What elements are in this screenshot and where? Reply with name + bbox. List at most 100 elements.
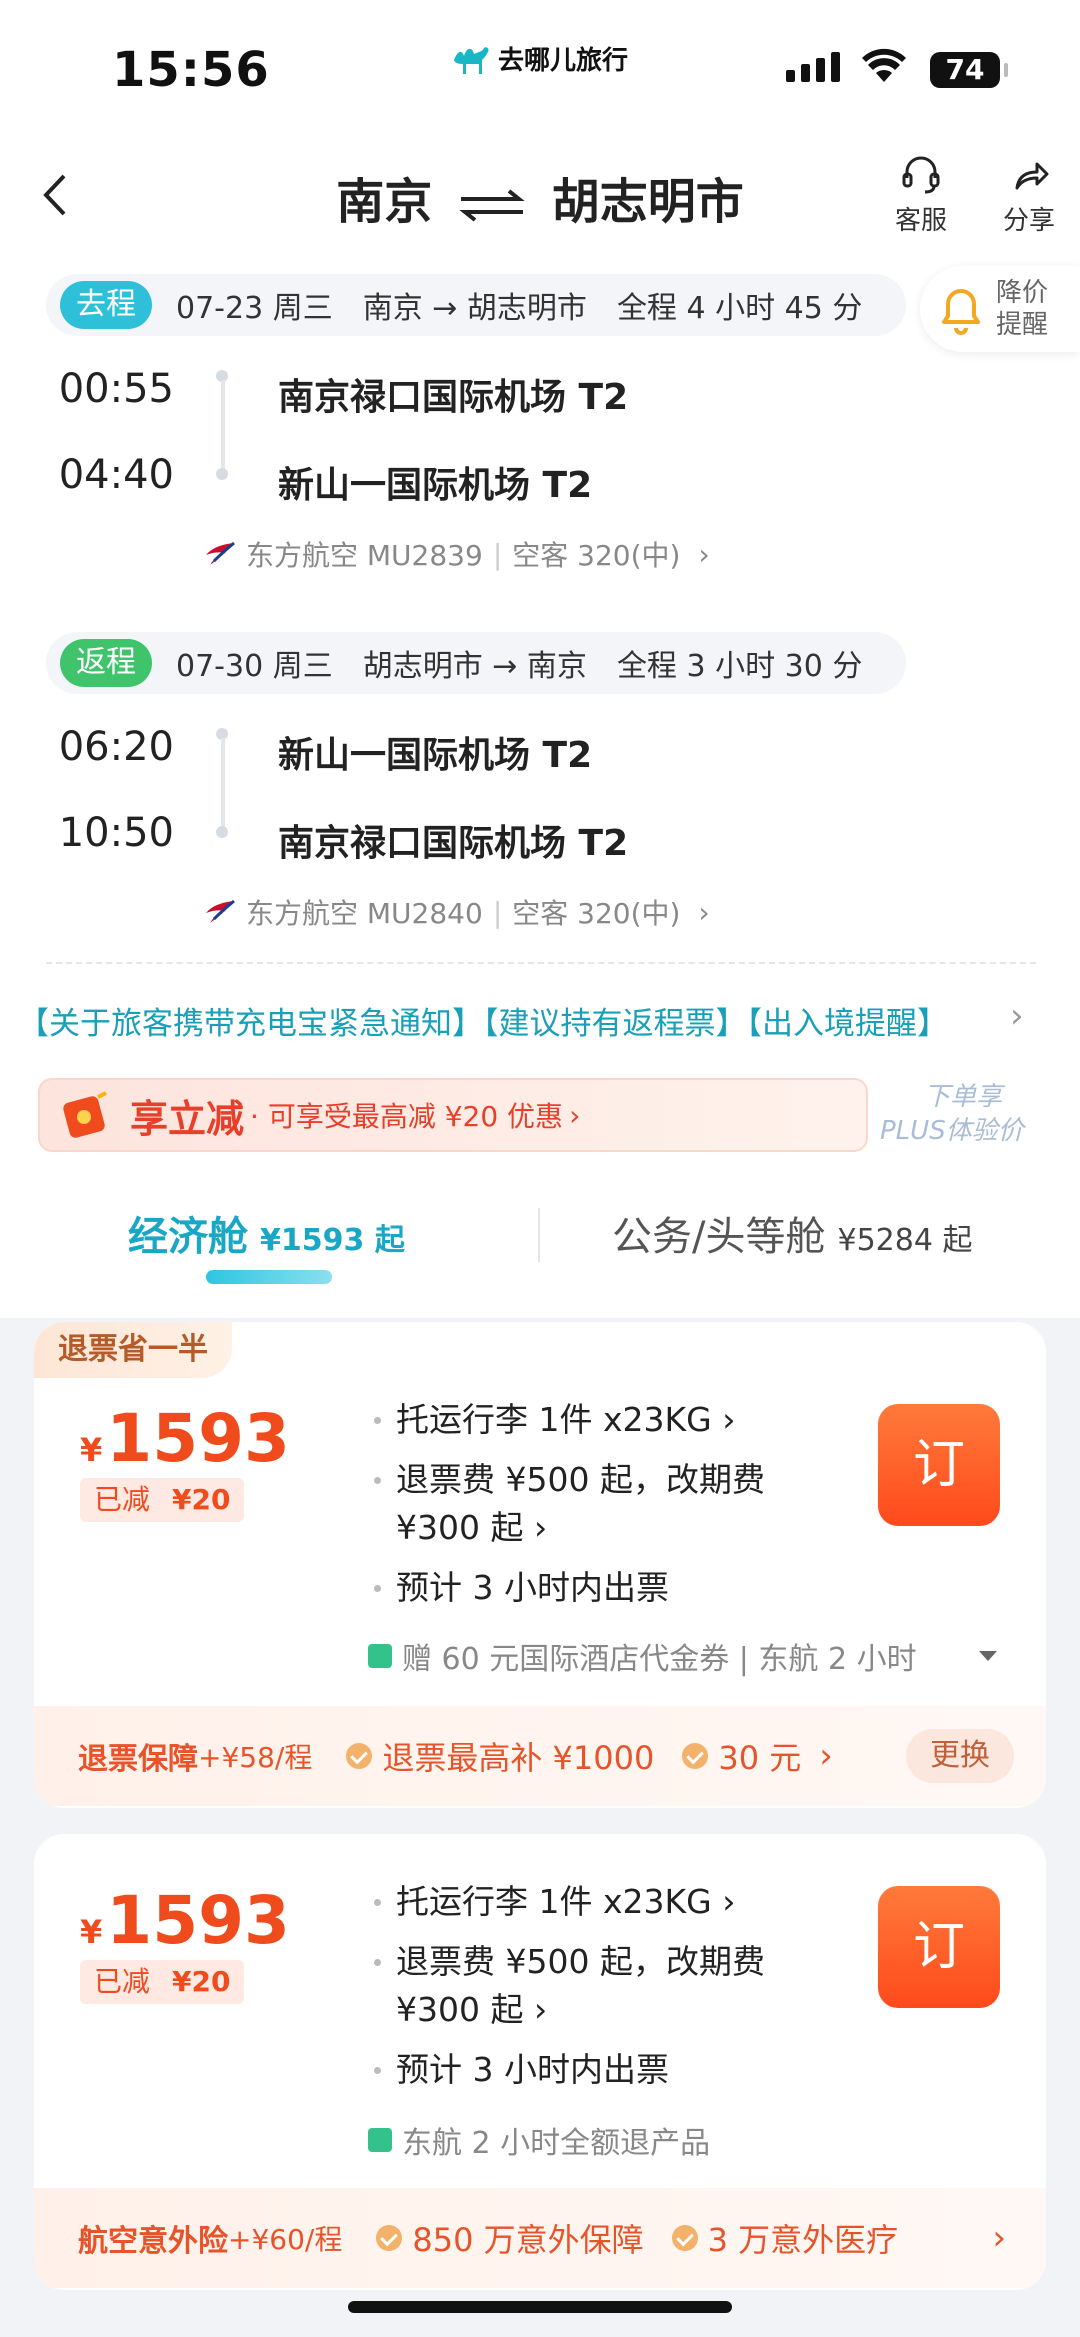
check-icon [682, 1743, 709, 1769]
tab-divider [538, 1208, 540, 1262]
brand-name: 去哪儿旅行 [498, 46, 629, 76]
swap-arrows-icon [459, 189, 525, 222]
return-tag: 返程 [60, 639, 152, 687]
chevron-right-icon[interactable]: › [1010, 996, 1024, 1036]
share-button[interactable]: 分享 [984, 152, 1074, 237]
plus-line2: PLUS体验价 [880, 1116, 1024, 1146]
plus-line1: 下单享 [924, 1082, 1003, 1112]
outbound-flight-info[interactable]: 东方航空 MU2839 | 空客 320(中) › [204, 534, 710, 574]
order-button[interactable]: 订 [878, 1886, 1000, 2008]
return-dep-airport: 新山一国际机场 T2 [278, 735, 593, 776]
refund-rule: 退票费 ¥500 起，改期费 [374, 1456, 765, 1504]
outbound-dep-time: 00:55 [58, 366, 174, 412]
battery-icon: 74 [930, 52, 1008, 88]
outbound-dep-airport: 南京禄口国际机场 T2 [278, 377, 629, 418]
red-envelope-icon [63, 1091, 107, 1138]
status-bar: 15:56 去哪儿旅行 74 [0, 0, 1080, 140]
tab-economy-price: ¥1593 起 [260, 1223, 405, 1258]
ticketing-time: 预计 3 小时内出票 [374, 2046, 765, 2094]
divider [46, 962, 1036, 964]
fare-card: 退票省一半 ¥1593 已减 ¥20 托运行李 1件 x23KG › 退票费 ¥5… [34, 1322, 1046, 1808]
baggage-rule: 托运行李 1件 x23KG › [374, 1878, 765, 1926]
promo-text: · 可享受最高减 ¥20 优惠 [250, 1100, 564, 1133]
brand-logo: 去哪儿旅行 [452, 40, 628, 77]
share-label: 分享 [1002, 206, 1055, 236]
return-aircraft: 空客 320(中) [512, 897, 681, 930]
fare-rules[interactable]: 托运行李 1件 x23KG › 退票费 ¥500 起，改期费 ¥300 起 › … [374, 1878, 765, 2094]
share-icon [1015, 162, 1049, 190]
change-fee: ¥300 起 › [396, 1508, 548, 1547]
title-from: 南京 [336, 174, 433, 230]
home-indicator [348, 2301, 732, 2313]
fare-card: ¥1593 已减 ¥20 托运行李 1件 x23KG › 退票费 ¥500 起，改… [34, 1834, 1046, 2290]
insurance-title: 航空意外险 [78, 2224, 228, 2259]
return-summary: 返程 07-30 周三 胡志明市 → 南京 全程 3 小时 30 分 [46, 632, 906, 694]
return-date: 07-30 周三 [176, 649, 333, 684]
status-time: 15:56 [112, 42, 270, 98]
chevron-right-icon: › [819, 1736, 833, 1776]
china-eastern-logo-icon [206, 541, 235, 565]
customer-service-button[interactable]: 客服 [876, 152, 966, 237]
return-duration: 全程 3 小时 30 分 [616, 649, 863, 684]
promo-banner[interactable]: 享立减 · 可享受最高减 ¥20 优惠 › [38, 1078, 868, 1152]
outbound-arr-airport: 新山一国际机场 T2 [278, 465, 593, 506]
insurance-price: +¥60/程 [228, 2223, 343, 2256]
tab-economy[interactable]: 经济舱 ¥1593 起 [128, 1204, 405, 1262]
price-alert-line1: 降价 [996, 278, 1049, 308]
tab-business-price: ¥5284 起 [837, 1223, 973, 1258]
check-icon [376, 2225, 403, 2251]
outbound-arr-time: 04:40 [58, 452, 174, 498]
return-airline: 东方航空 MU2840 [246, 897, 483, 930]
timeline-connector [216, 728, 228, 838]
discount-badge: 已减 ¥20 [80, 1478, 245, 1522]
price-alert-button[interactable]: 降价 提醒 [920, 266, 1080, 352]
order-button[interactable]: 订 [878, 1404, 1000, 1526]
insurance-item: 3 万意外医疗 [707, 2221, 899, 2259]
tab-economy-label: 经济舱 [128, 1214, 248, 1260]
return-arr-airport: 南京禄口国际机场 T2 [278, 823, 629, 864]
bell-icon [942, 289, 980, 335]
wifi-icon [862, 48, 906, 82]
gift-text: 东航 2 小时全额退产品 [402, 2126, 711, 2161]
tab-business-label: 公务/头等舱 [612, 1214, 826, 1260]
china-eastern-logo-icon [206, 899, 235, 923]
fare-tag: 退票省一半 [34, 1322, 232, 1378]
outbound-date: 07-23 周三 [176, 291, 333, 326]
gift-info[interactable]: 赠 60 元国际酒店代金券 | 东航 2 小时 [368, 1634, 999, 1678]
price-alert-line2: 提醒 [996, 310, 1049, 340]
fare-rules[interactable]: 托运行李 1件 x23KG › 退票费 ¥500 起，改期费 ¥300 起 › … [374, 1396, 765, 1612]
thumb-up-icon [368, 1644, 392, 1668]
outbound-aircraft: 空客 320(中) [512, 539, 681, 572]
return-flight-info[interactable]: 东方航空 MU2840 | 空客 320(中) › [204, 892, 710, 932]
nav-bar: 南京 胡志明市 客服 分享 [0, 140, 1080, 270]
insurance-row[interactable]: 航空意外险 +¥60/程 850 万意外保障 3 万意外医疗 › [34, 2188, 1046, 2288]
insurance-row[interactable]: 退票保障 +¥58/程 退票最高补 ¥1000 30 元 › 更换 [34, 1706, 1046, 1806]
tab-business-first[interactable]: 公务/头等舱 ¥5284 起 [612, 1204, 972, 1262]
fare-price: ¥1593 [80, 1400, 290, 1477]
outbound-duration: 全程 4 小时 45 分 [616, 291, 863, 326]
title-to: 胡志明市 [551, 174, 744, 230]
cabin-tabs: 经济舱 ¥1593 起 公务/头等舱 ¥5284 起 [0, 1178, 1080, 1318]
thumb-up-icon [368, 2128, 392, 2152]
camel-icon [454, 46, 489, 74]
timeline-connector [216, 370, 228, 480]
return-route: 胡志明市 → 南京 [362, 649, 587, 684]
signal-icon [786, 52, 840, 82]
insurance-item: 850 万意外保障 [412, 2221, 644, 2259]
outbound-summary: 去程 07-23 周三 南京 → 胡志明市 全程 4 小时 45 分 [46, 274, 906, 336]
refund-rule: 退票费 ¥500 起，改期费 [374, 1938, 765, 1986]
plus-price-hint: 下单享 PLUS体验价 [880, 1080, 1024, 1148]
notice-link[interactable]: 【关于旅客携带充电宝紧急通知】【建议持有返程票】【出入境提醒】 [18, 998, 948, 1043]
outbound-airline: 东方航空 MU2839 [246, 539, 483, 572]
discount-badge: 已减 ¥20 [80, 1960, 245, 2004]
chevron-right-icon: › [992, 2218, 1006, 2258]
baggage-rule: 托运行李 1件 x23KG › [374, 1396, 765, 1444]
return-arr-time: 10:50 [58, 810, 174, 856]
change-fee: ¥300 起 › [396, 1990, 548, 2029]
caret-down-icon [978, 1651, 997, 1661]
ticketing-time: 预计 3 小时内出票 [374, 1564, 765, 1612]
insurance-price: +¥58/程 [198, 1741, 313, 1774]
return-dep-time: 06:20 [58, 724, 174, 770]
headset-icon [902, 156, 940, 194]
swap-insurance-button[interactable]: 更换 [906, 1729, 1014, 1783]
